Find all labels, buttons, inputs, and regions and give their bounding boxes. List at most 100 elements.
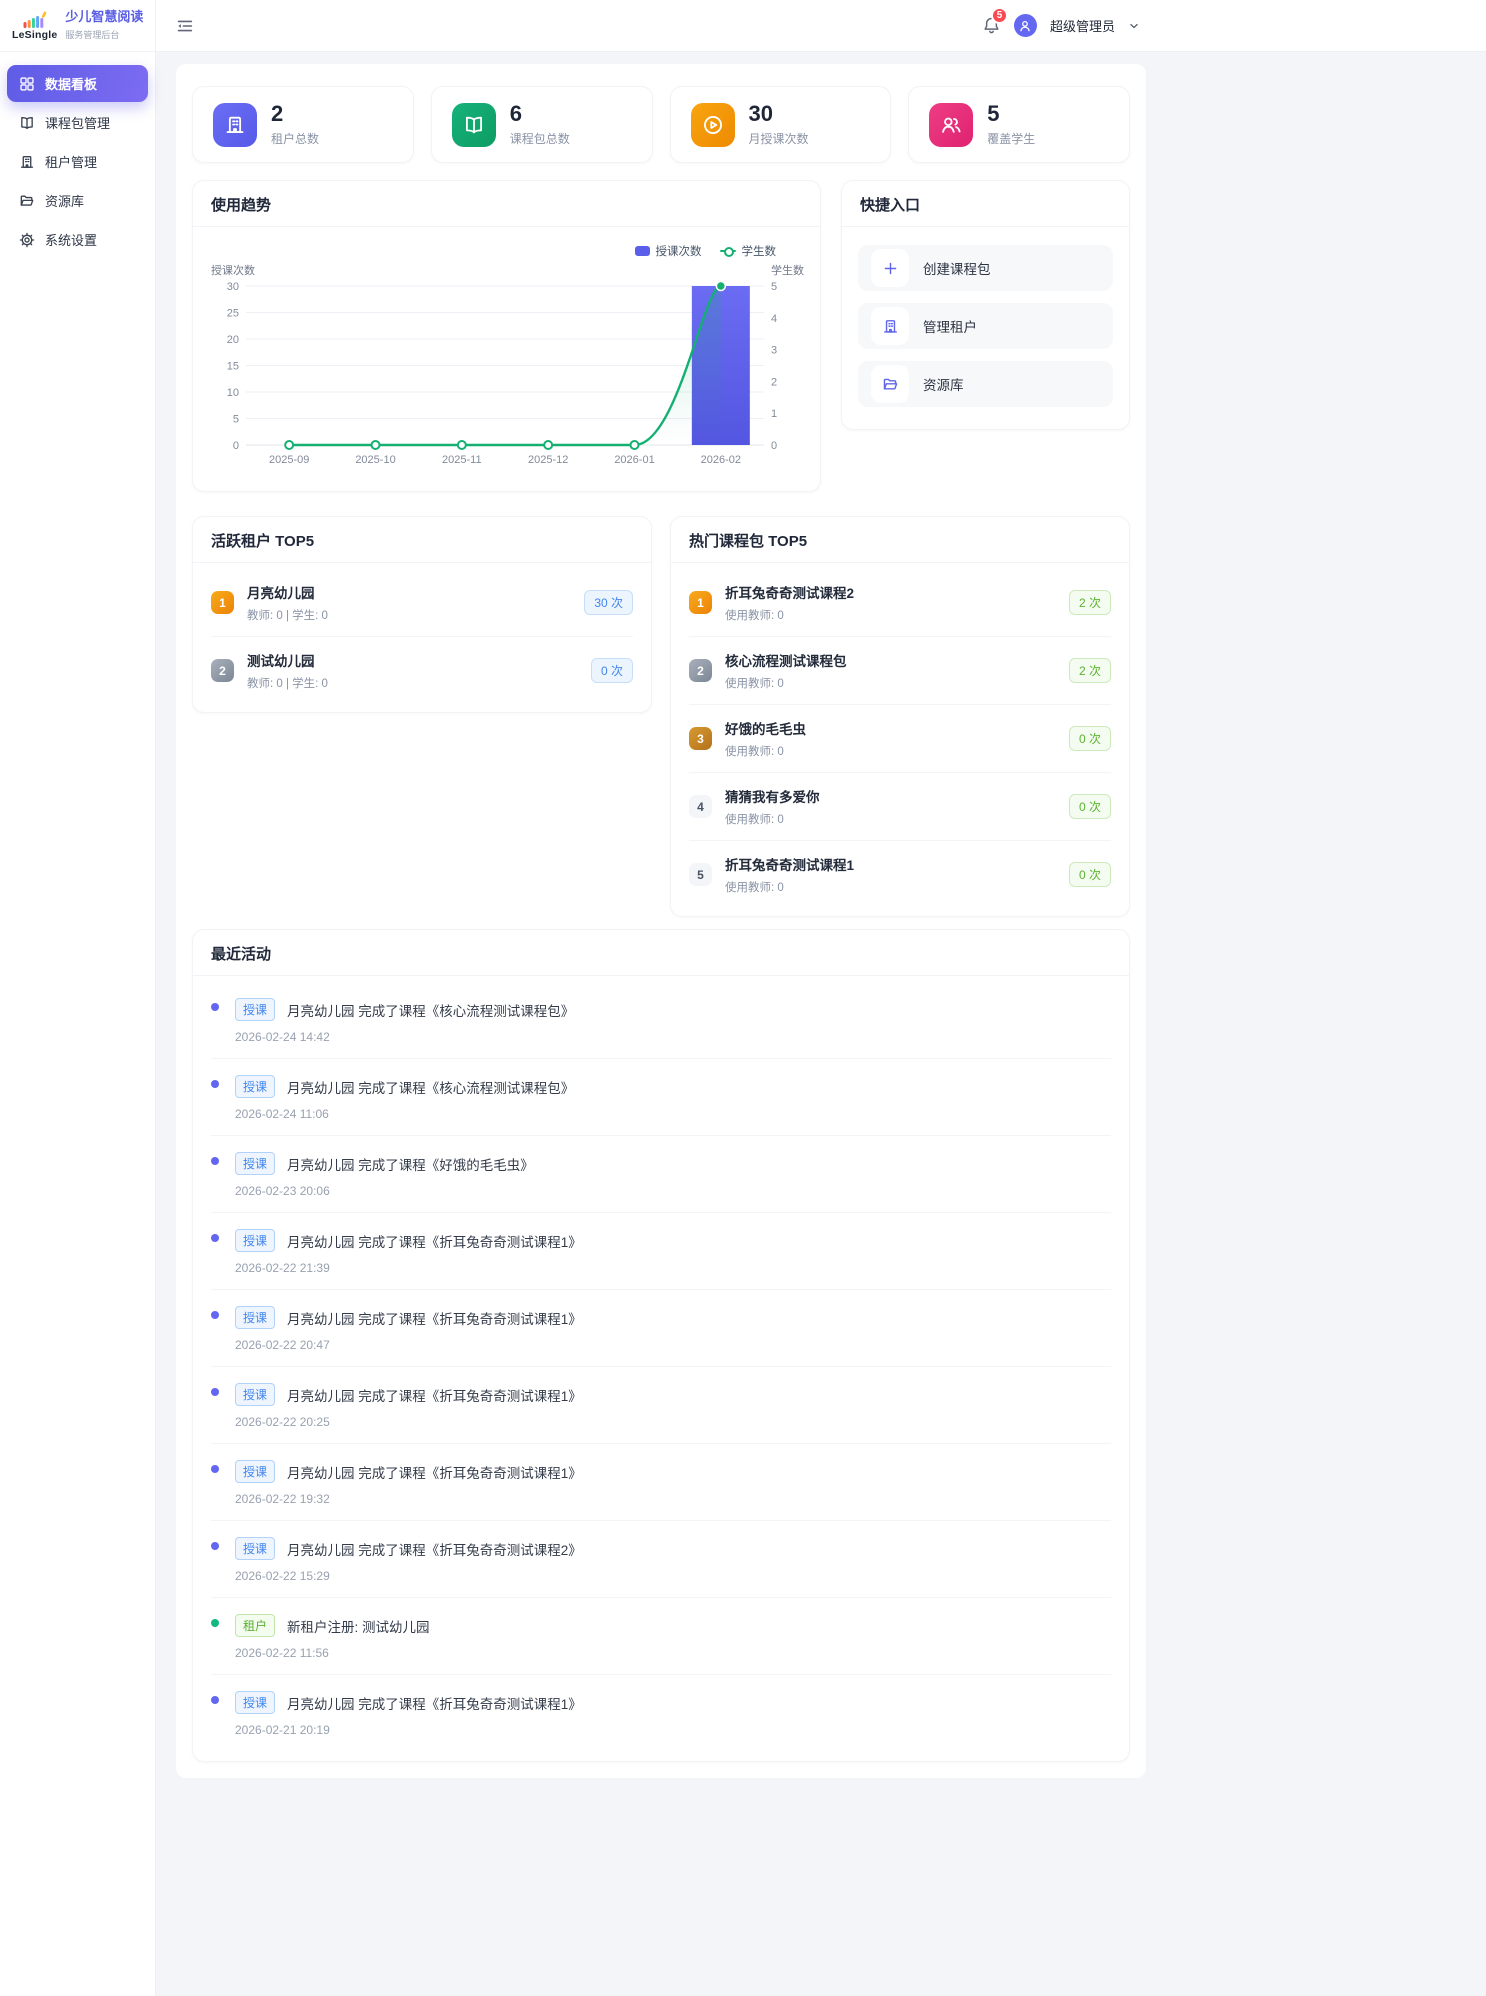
app-subtitle: 服务管理后台: [65, 28, 143, 41]
sidebar-item-settings[interactable]: 系统设置: [7, 221, 148, 258]
count-badge: 0 次: [1069, 726, 1111, 751]
rank-meta: 使用教师: 0: [725, 811, 1056, 827]
svg-text:15: 15: [227, 361, 239, 373]
usage-trend-chart: 授课次数学生数0510152025300123452025-092025-102…: [211, 261, 804, 473]
activity-row: 授课 月亮幼儿园 完成了课程《折耳兔奇奇测试课程1》 2026-02-22 21…: [211, 1213, 1111, 1290]
activity-time: 2026-02-22 15:29: [235, 1569, 1111, 1583]
sidebar-item-resources[interactable]: 资源库: [7, 182, 148, 219]
right-axis-name: 学生数: [771, 263, 804, 277]
course-row: 4 猜猜我有多爱你 使用教师: 0 0 次: [689, 773, 1111, 841]
chart-point: [285, 441, 293, 449]
activity-tag: 授课: [235, 1075, 275, 1098]
activity-time: 2026-02-22 20:25: [235, 1415, 1111, 1429]
rank-meta: 使用教师: 0: [725, 675, 1056, 691]
activity-time: 2026-02-22 20:47: [235, 1338, 1111, 1352]
active-tenants-card: 活跃租户 TOP5 1 月亮幼儿园 教师: 0 | 学生: 0 30 次 2 测…: [192, 516, 652, 713]
rank-badge: 2: [211, 659, 234, 682]
hot-courses-card: 热门课程包 TOP5 1 折耳兔奇奇测试课程2 使用教师: 0 2 次 2 核心…: [670, 516, 1130, 917]
count-badge: 0 次: [1069, 794, 1111, 819]
active-tenants-list: 1 月亮幼儿园 教师: 0 | 学生: 0 30 次 2 测试幼儿园 教师: 0…: [193, 563, 651, 712]
sidebar-item-dashboard[interactable]: 数据看板: [7, 65, 148, 102]
activity-text: 新租户注册: 测试幼儿园: [287, 1616, 430, 1636]
activity-row: 授课 月亮幼儿园 完成了课程《核心流程测试课程包》 2026-02-24 11:…: [211, 1059, 1111, 1136]
usage-trend-title: 使用趋势: [193, 181, 820, 227]
legend-item: 学生数: [720, 243, 777, 259]
building-icon: [871, 307, 909, 345]
sidebar: LeSingle 少儿智慧阅读 服务管理后台 数据看板 课程包管理 租户管理 资…: [0, 0, 156, 1996]
chart-legend: 授课次数 学生数: [211, 243, 802, 259]
chart-point: [631, 441, 639, 449]
activity-tag: 授课: [235, 1460, 275, 1483]
tenant-row: 2 测试幼儿园 教师: 0 | 学生: 0 0 次: [211, 637, 633, 704]
hot-courses-title: 热门课程包 TOP5: [671, 517, 1129, 563]
count-badge: 0 次: [591, 658, 633, 683]
stat-value: 5: [987, 102, 1035, 126]
quick-entry-manage-tenants[interactable]: 管理租户: [858, 303, 1113, 349]
sidebar-item-label: 资源库: [45, 191, 84, 210]
activity-text: 月亮幼儿园 完成了课程《折耳兔奇奇测试课程1》: [287, 1385, 582, 1405]
svg-text:0: 0: [233, 440, 239, 452]
chevron-down-icon[interactable]: [1128, 20, 1140, 32]
stat-card-course-total: 6 课程包总数: [431, 86, 653, 163]
svg-text:5: 5: [771, 281, 777, 293]
svg-text:30: 30: [227, 281, 239, 293]
activity-text: 月亮幼儿园 完成了课程《好饿的毛毛虫》: [287, 1154, 534, 1174]
sidebar-item-label: 课程包管理: [45, 113, 110, 132]
stats-row: 2 租户总数 6 课程包总数 30 月授课次数 5 覆盖学生: [192, 86, 1130, 163]
activity-tag: 租户: [235, 1614, 275, 1637]
building-icon: [213, 103, 257, 147]
svg-text:20: 20: [227, 334, 239, 346]
notifications-button[interactable]: 5: [982, 16, 1001, 35]
activity-tag: 授课: [235, 1537, 275, 1560]
avatar[interactable]: [1014, 14, 1037, 37]
notification-count-badge: 5: [991, 7, 1008, 24]
quick-entry-create-course-package[interactable]: 创建课程包: [858, 245, 1113, 291]
quick-entry-label: 管理租户: [923, 316, 977, 336]
quick-entry-title: 快捷入口: [842, 181, 1129, 227]
rank-badge: 4: [689, 795, 712, 818]
activity-dot: [211, 1311, 219, 1319]
activity-tag: 授课: [235, 998, 275, 1021]
recent-activity-title: 最近活动: [193, 930, 1129, 976]
users-icon: [929, 103, 973, 147]
activity-row: 授课 月亮幼儿园 完成了课程《折耳兔奇奇测试课程1》 2026-02-22 20…: [211, 1367, 1111, 1444]
rank-name: 猜猜我有多爱你: [725, 786, 1056, 806]
activity-text: 月亮幼儿园 完成了课程《折耳兔奇奇测试课程1》: [287, 1231, 582, 1251]
activity-dot: [211, 1696, 219, 1704]
stat-card-tenant-total: 2 租户总数: [192, 86, 414, 163]
activity-row: 授课 月亮幼儿园 完成了课程《好饿的毛毛虫》 2026-02-23 20:06: [211, 1136, 1111, 1213]
stat-value: 2: [271, 102, 319, 126]
course-row: 2 核心流程测试课程包 使用教师: 0 2 次: [689, 637, 1111, 705]
activity-dot: [211, 1003, 219, 1011]
quick-entry-resource-library[interactable]: 资源库: [858, 361, 1113, 407]
stat-label: 课程包总数: [510, 130, 570, 147]
stat-label: 覆盖学生: [987, 130, 1035, 147]
sidebar-item-course-packages[interactable]: 课程包管理: [7, 104, 148, 141]
course-row: 3 好饿的毛毛虫 使用教师: 0 0 次: [689, 705, 1111, 773]
svg-text:5: 5: [233, 414, 239, 426]
rank-badge: 3: [689, 727, 712, 750]
activity-time: 2026-02-21 20:19: [235, 1723, 1111, 1737]
activity-dot: [211, 1388, 219, 1396]
activity-text: 月亮幼儿园 完成了课程《核心流程测试课程包》: [287, 1077, 574, 1097]
activity-row: 授课 月亮幼儿园 完成了课程《核心流程测试课程包》 2026-02-24 14:…: [211, 982, 1111, 1059]
legend-label: 授课次数: [656, 243, 702, 259]
activity-tag: 授课: [235, 1383, 275, 1406]
svg-text:2025-12: 2025-12: [528, 454, 568, 466]
active-tenants-title: 活跃租户 TOP5: [193, 517, 651, 563]
menu-fold-icon[interactable]: [176, 17, 194, 35]
user-name[interactable]: 超级管理员: [1050, 16, 1115, 35]
rank-meta: 教师: 0 | 学生: 0: [247, 607, 571, 623]
activity-dot: [211, 1619, 219, 1627]
sidebar-item-tenants[interactable]: 租户管理: [7, 143, 148, 180]
sidebar-item-label: 数据看板: [45, 74, 97, 93]
gear-icon: [19, 232, 35, 248]
plus-icon: [871, 249, 909, 287]
course-row: 5 折耳兔奇奇测试课程1 使用教师: 0 0 次: [689, 841, 1111, 908]
activity-time: 2026-02-22 21:39: [235, 1261, 1111, 1275]
svg-text:2025-10: 2025-10: [355, 454, 395, 466]
folder-icon: [871, 365, 909, 403]
legend-bar-swatch: [635, 246, 650, 256]
left-axis-name: 授课次数: [211, 263, 255, 277]
logo-text: LeSingle: [12, 30, 57, 41]
